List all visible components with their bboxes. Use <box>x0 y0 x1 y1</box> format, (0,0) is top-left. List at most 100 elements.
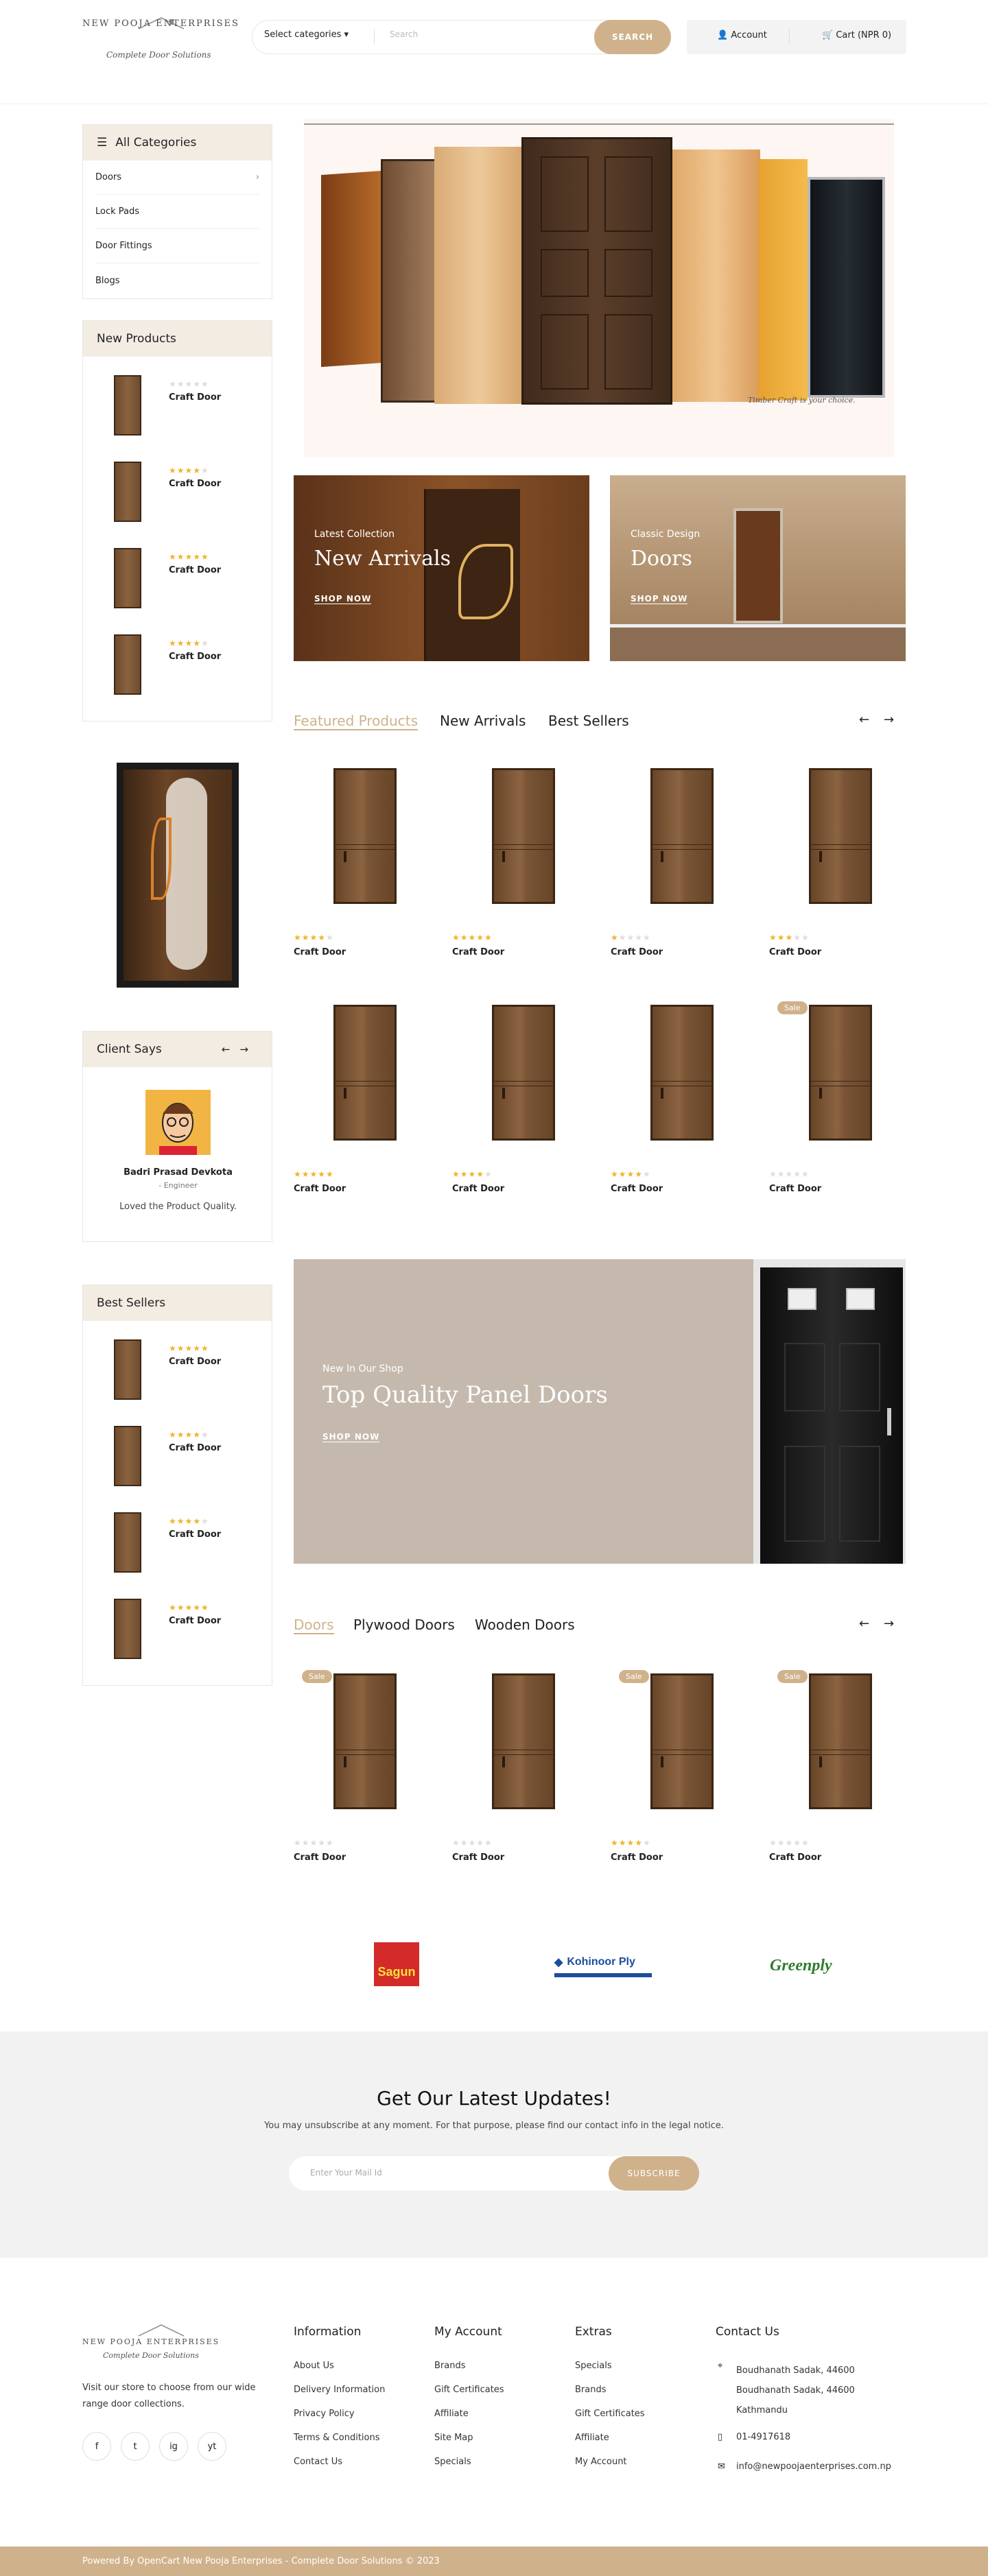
product-image[interactable] <box>492 1005 555 1141</box>
footer-link[interactable]: Gift Certificates <box>575 2402 645 2426</box>
product-name[interactable]: Craft Door <box>611 1852 663 1863</box>
footer-link[interactable]: My Account <box>575 2450 645 2474</box>
product-card[interactable]: ★★★★★ Craft Door <box>452 748 596 957</box>
arrow-right-icon[interactable]: → <box>239 1043 258 1056</box>
product-card[interactable]: ★★★★★ Craft Door <box>611 748 755 957</box>
product-thumb[interactable] <box>114 1599 141 1659</box>
twitter-icon[interactable]: t <box>121 2432 150 2461</box>
product-name[interactable]: Craft Door <box>169 565 221 575</box>
list-item[interactable]: ★★★★★ Craft Door <box>83 1494 272 1580</box>
list-item[interactable]: ★★★★★ Craft Door <box>83 1407 272 1494</box>
tab-featured-products[interactable]: Featured Products <box>294 713 418 730</box>
tab-plywood-doors[interactable]: Plywood Doors <box>353 1617 455 1633</box>
product-image[interactable] <box>492 1673 555 1809</box>
product-name[interactable]: Craft Door <box>769 947 821 957</box>
footer-link[interactable]: Affiliate <box>434 2402 504 2426</box>
arrow-right-icon[interactable]: → <box>884 1617 894 1631</box>
tab-new-arrivals[interactable]: New Arrivals <box>440 713 526 729</box>
arrow-left-icon[interactable]: ← <box>859 713 869 727</box>
category-item-doors[interactable]: Doors › <box>95 160 259 195</box>
shop-now-link[interactable]: SHOP NOW <box>314 594 372 604</box>
tab-doors[interactable]: Doors <box>294 1617 334 1634</box>
footer-link[interactable]: About Us <box>294 2354 385 2378</box>
account-link[interactable]: 👤 Account <box>717 30 767 40</box>
brand-logo-sagun[interactable]: Sagun <box>374 1942 419 1986</box>
product-thumb[interactable] <box>114 375 141 436</box>
footer-link[interactable]: Terms & Conditions <box>294 2426 385 2450</box>
subscribe-button[interactable]: SUBSCRIBE <box>609 2156 699 2191</box>
product-name[interactable]: Craft Door <box>452 1852 504 1863</box>
product-name[interactable]: Craft Door <box>169 1529 221 1540</box>
product-name[interactable]: Craft Door <box>769 1184 821 1194</box>
arrow-left-icon[interactable]: ← <box>222 1043 240 1056</box>
panel-doors-banner[interactable]: New In Our Shop Top Quality Panel Doors … <box>294 1259 906 1564</box>
list-item[interactable]: ★★★★★ Craft Door <box>83 529 272 616</box>
product-name[interactable]: Craft Door <box>452 1184 504 1194</box>
logo-title[interactable]: NEW POOJA ENTERPRISES <box>82 19 239 29</box>
tab-best-sellers[interactable]: Best Sellers <box>548 713 629 729</box>
product-card[interactable]: Sale ★★★★★ Craft Door <box>769 984 913 1194</box>
product-name[interactable]: Craft Door <box>294 1184 346 1194</box>
footer-link[interactable]: Site Map <box>434 2426 504 2450</box>
product-card[interactable]: Sale ★★★★★ Craft Door <box>769 1653 913 1863</box>
product-name[interactable]: Craft Door <box>294 1852 346 1863</box>
product-card[interactable]: ★★★★★ Craft Door <box>611 984 755 1194</box>
facebook-icon[interactable]: f <box>82 2432 111 2461</box>
product-thumb[interactable] <box>114 1426 141 1486</box>
product-name[interactable]: Craft Door <box>452 947 504 957</box>
promo-new-arrivals[interactable]: Latest Collection New Arrivals SHOP NOW <box>294 475 589 661</box>
list-item[interactable]: ★★★★★ Craft Door <box>83 616 272 702</box>
brand-logo-kohinoor[interactable]: ◆ Kohinoor Ply <box>554 1951 652 1977</box>
search-button[interactable]: SEARCH <box>594 20 671 54</box>
product-card[interactable]: ★★★★★ Craft Door <box>769 748 913 957</box>
footer-link[interactable]: Gift Certificates <box>434 2378 504 2402</box>
product-card[interactable]: ★★★★★ Craft Door <box>452 1653 596 1863</box>
product-image[interactable] <box>809 1673 872 1809</box>
product-name[interactable]: Craft Door <box>169 479 221 489</box>
product-image[interactable] <box>492 768 555 904</box>
product-name[interactable]: Craft Door <box>169 392 221 403</box>
product-thumb[interactable] <box>114 1339 141 1400</box>
product-thumb[interactable] <box>114 462 141 522</box>
email-input[interactable]: Enter Your Mail Id <box>310 2168 382 2178</box>
footer-link[interactable]: Specials <box>575 2354 645 2378</box>
product-image[interactable] <box>333 1673 397 1809</box>
cart-link[interactable]: 🛒 Cart (NPR 0) <box>822 30 891 40</box>
product-image[interactable] <box>650 1005 714 1141</box>
product-card[interactable]: ★★★★★ Craft Door <box>452 984 596 1194</box>
list-item[interactable]: ★★★★★ Craft Door <box>83 357 272 443</box>
product-card[interactable]: Sale ★★★★★ Craft Door <box>294 1653 438 1863</box>
category-item-blogs[interactable]: Blogs <box>95 263 259 298</box>
footer-link[interactable]: Contact Us <box>294 2450 385 2474</box>
product-thumb[interactable] <box>114 1512 141 1573</box>
product-image[interactable] <box>333 768 397 904</box>
product-card[interactable]: ★★★★★ Craft Door <box>294 984 438 1194</box>
product-name[interactable]: Craft Door <box>169 1443 221 1453</box>
product-name[interactable]: Craft Door <box>169 1357 221 1367</box>
product-image[interactable] <box>809 1005 872 1141</box>
footer-email[interactable]: info@newpoojaenterprises.com.np <box>736 2461 891 2472</box>
list-item[interactable]: ★★★★★ Craft Door <box>83 443 272 529</box>
youtube-icon[interactable]: yt <box>198 2432 226 2461</box>
category-select[interactable]: Select categories ▾ <box>264 29 349 40</box>
product-name[interactable]: Craft Door <box>611 1184 663 1194</box>
footer-link[interactable]: Specials <box>434 2450 504 2474</box>
footer-logo-title[interactable]: NEW POOJA ENTERPRISES <box>82 2337 220 2346</box>
product-image[interactable] <box>650 1673 714 1809</box>
arrow-right-icon[interactable]: → <box>884 713 894 727</box>
product-name[interactable]: Craft Door <box>294 947 346 957</box>
list-item[interactable]: ★★★★★ Craft Door <box>83 1321 272 1407</box>
arrow-left-icon[interactable]: ← <box>859 1617 869 1631</box>
footer-link[interactable]: Delivery Information <box>294 2378 385 2402</box>
product-image[interactable] <box>809 768 872 904</box>
sidebar-ad-door-image[interactable] <box>117 763 239 988</box>
product-name[interactable]: Craft Door <box>169 652 221 662</box>
search-input[interactable]: Search <box>390 29 418 39</box>
promo-doors[interactable]: Classic Design Doors SHOP NOW <box>610 475 906 661</box>
list-item[interactable]: ★★★★★ Craft Door <box>83 1580 272 1667</box>
shop-now-link[interactable]: SHOP NOW <box>631 594 688 604</box>
category-item-door-fittings[interactable]: Door Fittings <box>95 229 259 263</box>
instagram-icon[interactable]: ig <box>159 2432 188 2461</box>
brand-logo-greenply[interactable]: Greenply <box>770 1946 842 1985</box>
product-image[interactable] <box>333 1005 397 1141</box>
